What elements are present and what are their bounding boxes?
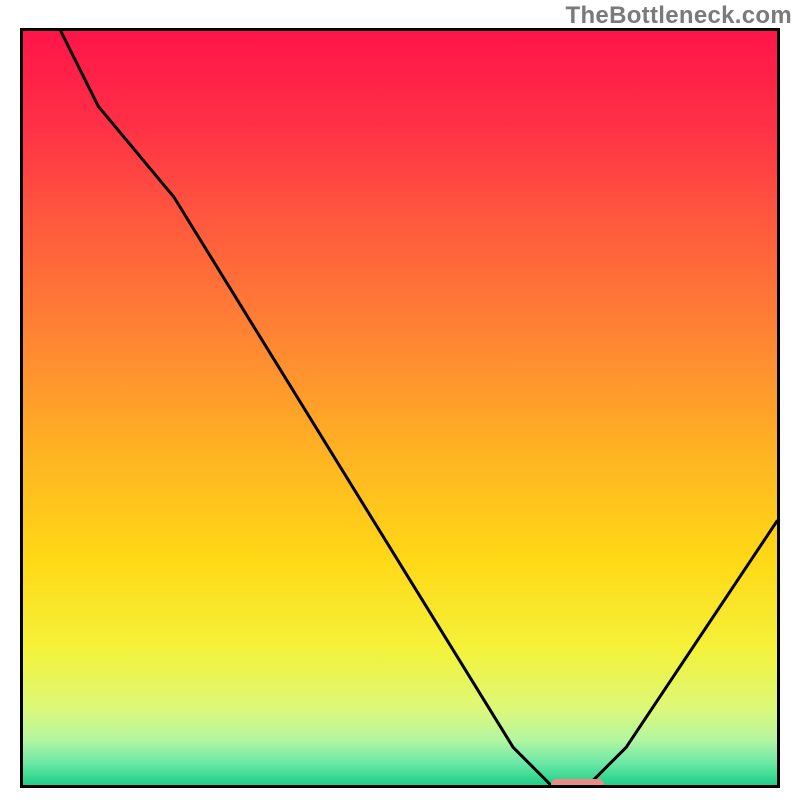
watermark-text: TheBottleneck.com <box>566 2 792 30</box>
optimal-range-marker <box>551 779 604 788</box>
plot-area <box>20 28 780 788</box>
chart-frame: TheBottleneck.com <box>0 0 800 800</box>
bottleneck-curve <box>23 31 777 785</box>
